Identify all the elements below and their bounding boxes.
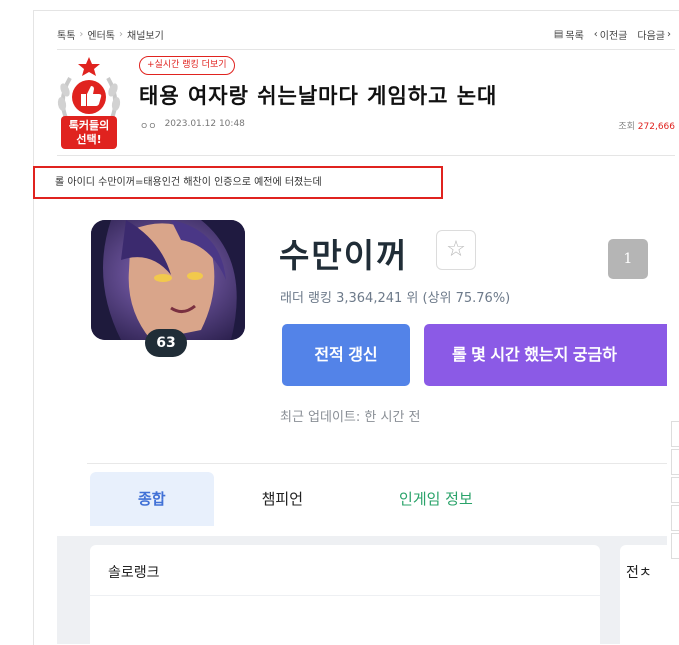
profile-tabs: 종합 챔피언 인게임 정보 [90, 472, 521, 526]
views-label: 조회 [618, 122, 635, 132]
last-updated: 최근 업데이트: 한 시간 전 [280, 410, 421, 425]
tab-overview[interactable]: 종합 [90, 472, 214, 526]
badge-text: 톡커들의 선택! [61, 119, 117, 147]
badge-line2: 선택! [76, 133, 102, 146]
embedded-screenshot: 63 수만이꺼 ☆ 1 래더 랭킹 3,364,241 위 (상위 75.76%… [57, 206, 667, 644]
side-button[interactable] [671, 505, 679, 531]
list-icon: ▤ [553, 29, 564, 40]
badge-line1: 톡커들의 [68, 119, 110, 132]
star-icon[interactable]: ☆ [436, 230, 476, 270]
breadcrumb-item-channel[interactable]: 채널보기 [127, 27, 164, 42]
next-label: 다음글 [637, 31, 665, 42]
breadcrumb-item-enter[interactable]: 엔터톡 [87, 27, 115, 42]
top-navigation: 톡톡 › 엔터톡 › 채널보기 ▤ 목록 ‹ 이전글 다음글 › [57, 27, 675, 47]
side-button[interactable] [671, 533, 679, 559]
next-post-link[interactable]: 다음글 › [637, 27, 671, 42]
list-label: 목록 [565, 31, 584, 42]
list-link[interactable]: ▤ 목록 [554, 27, 584, 42]
side-tool-buttons [671, 421, 679, 561]
divider [90, 595, 600, 596]
champion-portrait-image [91, 220, 245, 340]
divider [87, 463, 667, 464]
summoner-name: 수만이꺼 [279, 236, 409, 275]
side-button[interactable] [671, 477, 679, 503]
divider [57, 49, 675, 50]
prev-post-link[interactable]: ‹ 이전글 [594, 27, 628, 42]
talker-choice-badge: 톡커들의 선택! [56, 56, 122, 152]
post-author: ㅇㅇ [140, 122, 157, 132]
divider [57, 155, 675, 156]
champion-avatar [91, 220, 245, 340]
summoner-level: 63 [145, 329, 187, 357]
chevron-right-icon: › [79, 29, 84, 40]
chevron-left-icon: ‹ [593, 29, 598, 40]
highlighted-post-text: 롤 아이디 수만이꺼=태용인건 해찬이 인증으로 예전에 터졌는데 [33, 166, 443, 199]
post-meta: ㅇㅇ 2023.01.12 10:48 [140, 119, 245, 132]
second-card: 전ㅊ [620, 545, 667, 644]
chevron-right-icon: › [119, 29, 124, 40]
live-ranking-button[interactable]: +실시간 랭킹 더보기 [139, 56, 235, 75]
post-title: 태용 여자랑 쉬는날마다 게임하고 논대 [139, 84, 498, 108]
view-count: 조회 272,666 [618, 119, 675, 132]
second-card-title: 전ㅊ [626, 565, 652, 581]
chevron-right-icon: › [667, 29, 671, 40]
post-navigation: ▤ 목록 ‹ 이전글 다음글 › [554, 27, 671, 42]
grey-box: 1 [608, 239, 648, 279]
side-button[interactable] [671, 449, 679, 475]
renew-button[interactable]: 전적 갱신 [282, 324, 410, 386]
prev-label: 이전글 [599, 31, 628, 42]
playtime-button[interactable]: 롤 몇 시간 했는지 궁금하 [424, 324, 667, 386]
views-number: 272,666 [637, 122, 675, 132]
side-button[interactable] [671, 421, 679, 447]
solo-rank-card: 솔로랭크 [90, 545, 600, 644]
tab-champions[interactable]: 챔피언 [214, 472, 351, 526]
ladder-rank: 래더 랭킹 3,364,241 위 (상위 75.76%) [280, 291, 511, 306]
post-date: 2023.01.12 10:48 [164, 119, 245, 129]
breadcrumb-item-talk[interactable]: 톡톡 [57, 27, 75, 42]
tab-ingame[interactable]: 인게임 정보 [351, 472, 521, 526]
solo-rank-title: 솔로랭크 [108, 565, 160, 581]
